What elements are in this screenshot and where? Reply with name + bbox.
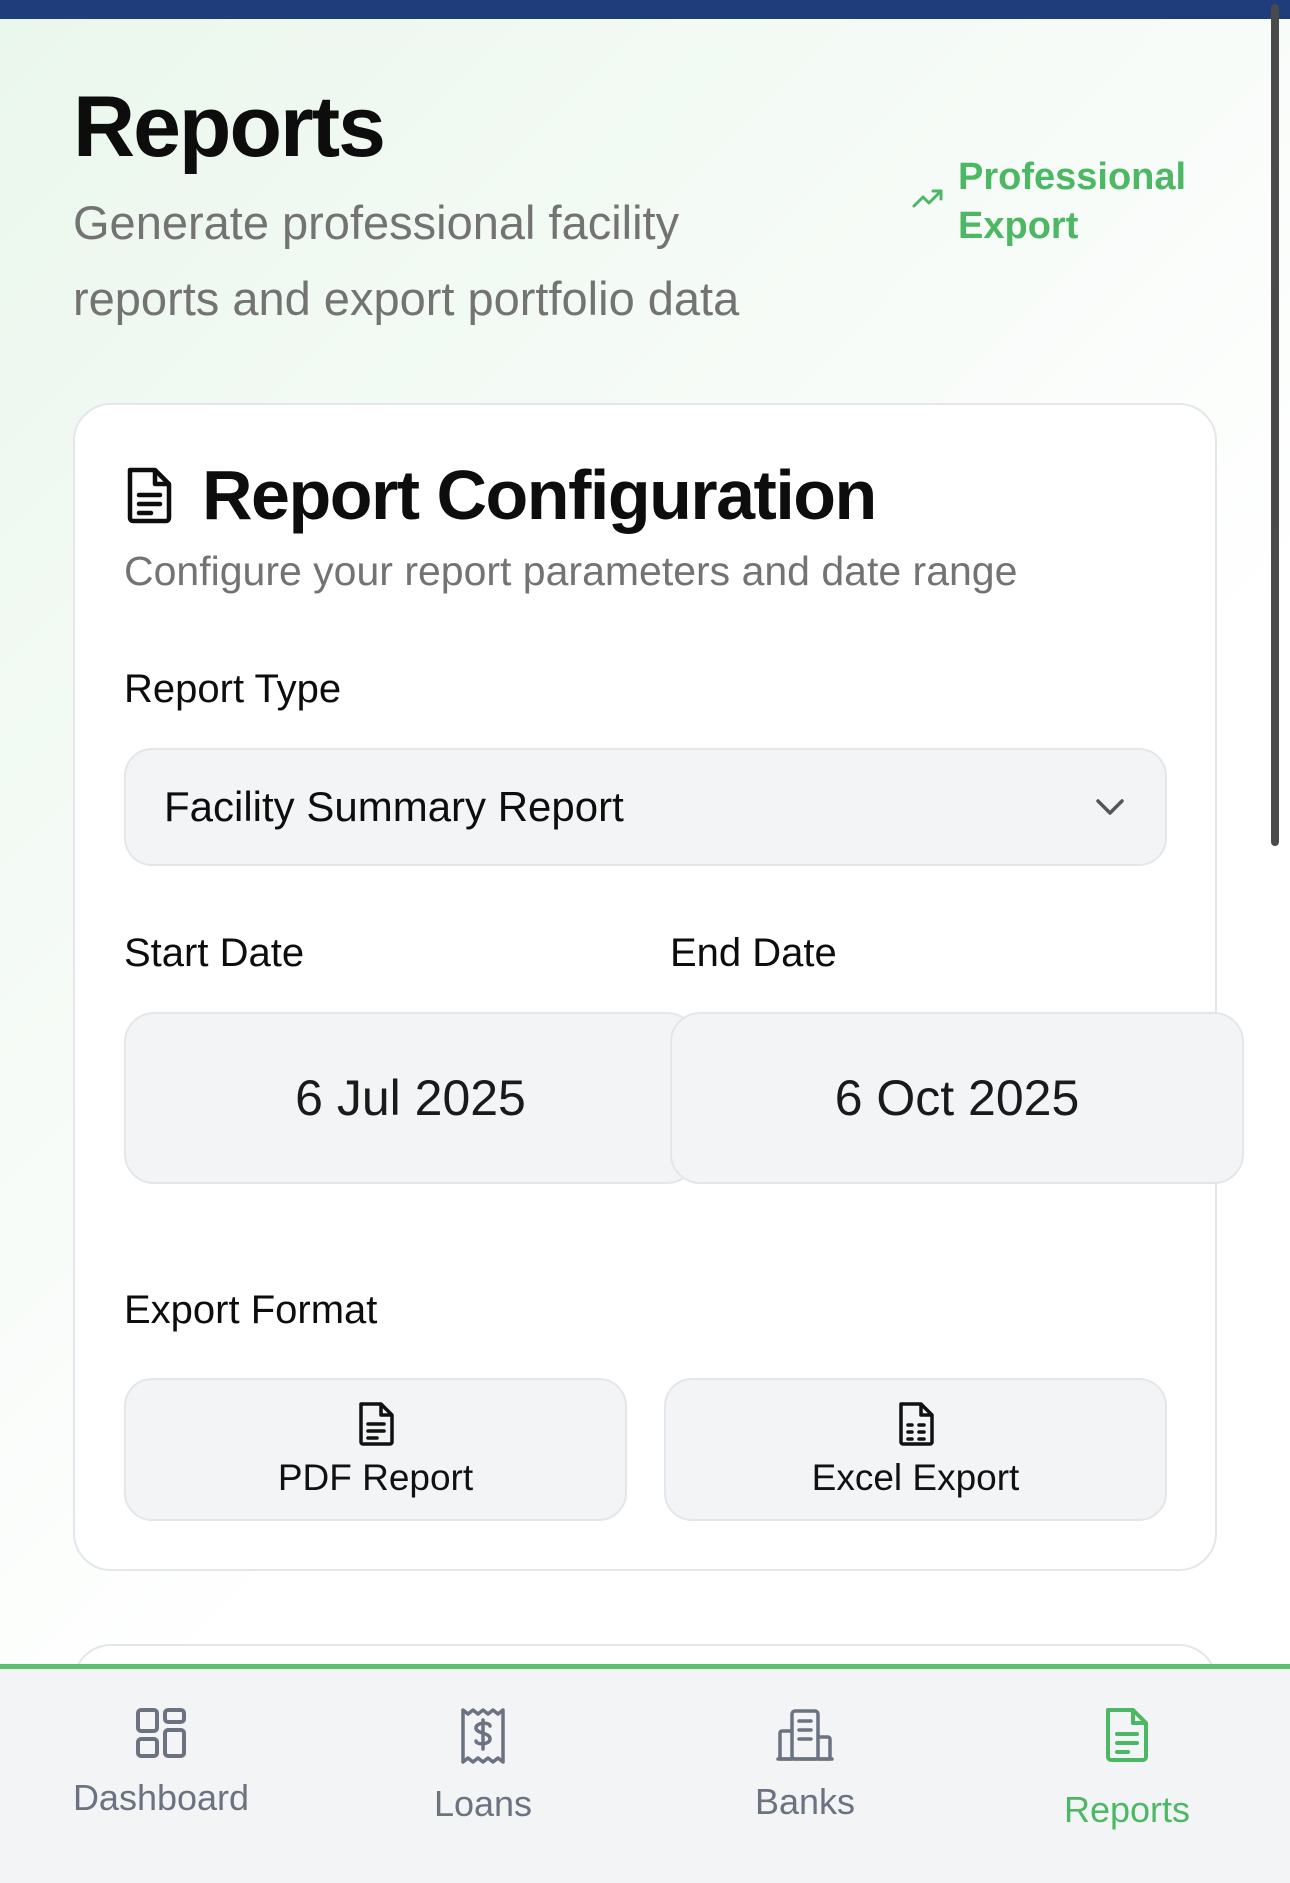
card-subtitle: Configure your report parameters and dat… [124, 548, 1018, 594]
end-date-field[interactable]: 6 Oct 2025 [670, 1012, 1244, 1184]
start-date-value: 6 Jul 2025 [295, 1070, 526, 1126]
nav-label-loans: Loans [433, 1783, 533, 1824]
nav-item-reports[interactable]: Reports [966, 1669, 1288, 1883]
nav-item-dashboard[interactable]: Dashboard [0, 1669, 322, 1883]
nav-label-banks: Banks [754, 1781, 856, 1822]
start-date-field[interactable]: 6 Jul 2025 [124, 1012, 697, 1184]
scrollbar[interactable] [1271, 4, 1279, 846]
receipt-dollar-icon [461, 1708, 505, 1764]
file-text-icon [127, 467, 172, 524]
pdf-report-button[interactable]: PDF Report [124, 1378, 627, 1521]
nav-item-banks[interactable]: Banks [644, 1669, 966, 1883]
grid-icon [136, 1708, 186, 1758]
badge-label: Professional Export [958, 156, 1187, 247]
report-type-label: Report Type [124, 667, 342, 711]
nav-label-dashboard: Dashboard [72, 1777, 250, 1818]
card-title: Report Configuration [202, 456, 877, 534]
professional-export-badge: Professional Export [912, 153, 1188, 251]
end-date-label: End Date [670, 931, 837, 975]
start-date-label: Start Date [124, 931, 305, 975]
pdf-report-label: PDF Report [277, 1456, 474, 1498]
end-date-value: 6 Oct 2025 [834, 1070, 1080, 1126]
export-format-label: Export Format [124, 1288, 378, 1332]
card-header: Report Configuration [124, 455, 877, 535]
nav-item-loans[interactable]: Loans [322, 1669, 644, 1883]
excel-export-label: Excel Export [811, 1456, 1020, 1498]
page-subtitle: Generate professional facility reports a… [73, 196, 740, 325]
file-text-icon [1106, 1708, 1148, 1762]
report-type-select[interactable]: Facility Summary Report [124, 748, 1167, 866]
file-spreadsheet-icon [898, 1401, 934, 1446]
building-icon [776, 1709, 834, 1761]
file-text-icon [358, 1401, 394, 1446]
trending-up-icon [912, 189, 943, 208]
chevron-down-icon [1096, 799, 1124, 815]
page-title: Reports [73, 79, 386, 175]
top-status-bar [0, 0, 1290, 19]
nav-label-reports: Reports [1063, 1789, 1191, 1830]
excel-export-button[interactable]: Excel Export [664, 1378, 1167, 1521]
bottom-nav: Dashboard Loans Banks Reports [0, 1664, 1290, 1883]
report-type-value: Facility Summary Report [164, 783, 624, 830]
